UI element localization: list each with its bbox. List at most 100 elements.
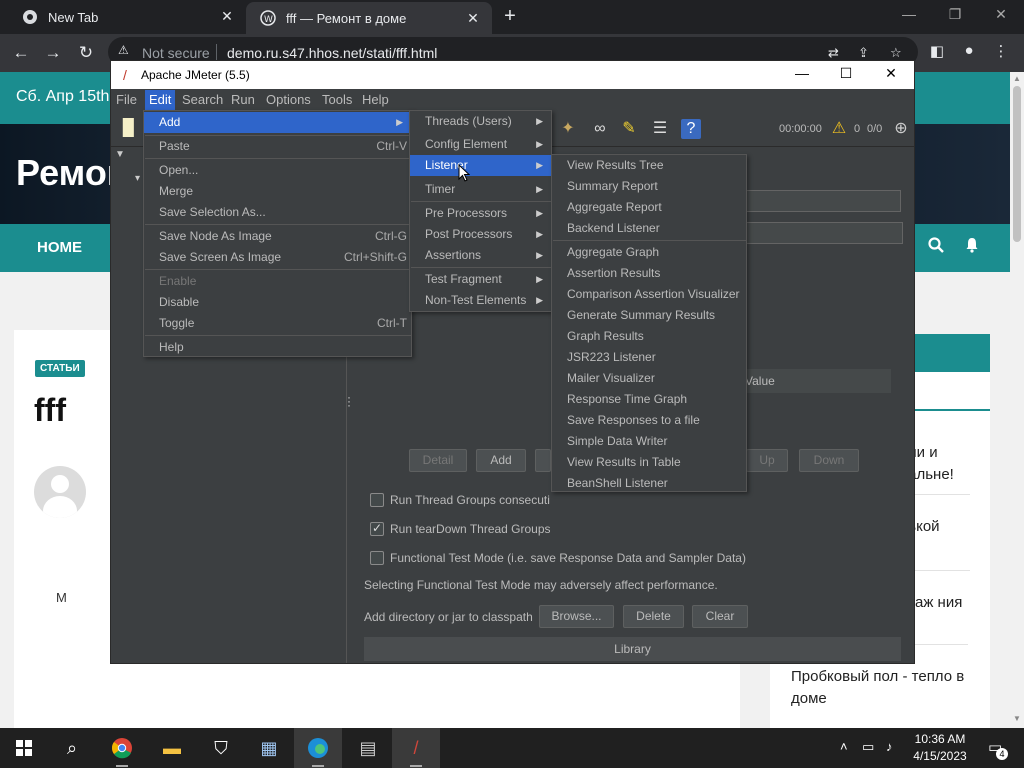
security-label[interactable]: Not secure — [142, 45, 210, 61]
sidebar-icon[interactable]: ◧ — [926, 42, 948, 60]
down-button[interactable]: Down — [799, 449, 859, 472]
name-field[interactable] — [746, 190, 901, 212]
profile-icon[interactable]: ● — [958, 42, 980, 59]
menu-item-jsr223-listener[interactable]: JSR223 Listener — [552, 347, 746, 368]
chrome-icon[interactable] — [98, 728, 146, 768]
close-tab-icon[interactable]: ✕ — [218, 7, 236, 25]
system-app-icon[interactable]: ▤ — [344, 728, 392, 768]
close-tab-icon[interactable]: ✕ — [464, 9, 482, 27]
menu-item-toggle[interactable]: Toggle Ctrl-T — [144, 313, 411, 334]
up-button[interactable]: Up — [746, 449, 788, 472]
maximize-button[interactable]: ☐ — [831, 65, 861, 85]
menu-item-test-fragment[interactable]: Test Fragment ▶ — [410, 269, 551, 290]
new-tab-button[interactable]: + — [500, 6, 520, 26]
menu-item-mailer-visualizer[interactable]: Mailer Visualizer — [552, 368, 746, 389]
menu-item-graph-results[interactable]: Graph Results — [552, 326, 746, 347]
chevron-up-icon[interactable]: ˄ — [840, 739, 848, 754]
back-arrow-icon[interactable]: ← — [10, 42, 32, 64]
tab-new-tab[interactable]: New Tab ✕ — [8, 0, 246, 34]
menu-item-save-responses[interactable]: Save Responses to a file — [552, 410, 746, 431]
category-badge[interactable]: СТАТЬИ — [35, 360, 85, 377]
jmeter-feather-icon[interactable]: / — [392, 728, 440, 768]
menu-item-backend-listener[interactable]: Backend Listener — [552, 218, 746, 239]
help-icon[interactable]: ? — [681, 119, 701, 139]
menu-tools[interactable]: Tools — [322, 92, 352, 107]
page-scrollbar[interactable]: ▲ ▼ — [1010, 72, 1024, 728]
menu-item-view-results-in-table[interactable]: View Results in Table — [552, 452, 746, 473]
menu-item-help[interactable]: Help — [144, 337, 411, 358]
restore-button[interactable]: ❐ — [932, 0, 978, 30]
clear-button[interactable]: Clear — [692, 605, 748, 628]
sidebar-post-link[interactable]: Пробковый пол - тепло в доме — [791, 666, 981, 710]
menu-item-generate-summary-results[interactable]: Generate Summary Results — [552, 305, 746, 326]
file-explorer-icon[interactable]: ▬ — [148, 728, 196, 768]
close-button[interactable]: ✕ — [978, 0, 1024, 30]
menu-item-config-element[interactable]: Config Element ▶ — [410, 134, 551, 155]
comments-field[interactable] — [746, 222, 903, 244]
bell-icon[interactable] — [964, 237, 980, 258]
app-window-icon[interactable]: ▦ — [245, 728, 293, 768]
search-binoculars-icon[interactable]: ∞ — [590, 119, 610, 139]
nav-home-link[interactable]: HOME — [37, 239, 82, 256]
warning-icon[interactable]: ⚠ — [829, 119, 849, 139]
scroll-down-icon[interactable]: ▼ — [1013, 714, 1021, 723]
menu-item-paste[interactable]: Paste Ctrl-V — [144, 136, 411, 157]
remote-status-icon[interactable]: ⊕ — [891, 119, 911, 139]
menu-item-aggregate-graph[interactable]: Aggregate Graph — [552, 242, 746, 263]
function-helper-icon[interactable]: ☰ — [650, 119, 670, 139]
chevron-down-icon[interactable]: ▾ — [135, 173, 140, 184]
scrollbar-thumb[interactable] — [1013, 86, 1021, 242]
menu-item-summary-report[interactable]: Summary Report — [552, 176, 746, 197]
delete-button[interactable]: Delete — [623, 605, 684, 628]
checkbox-run-teardown[interactable] — [370, 521, 384, 536]
new-test-plan-icon[interactable]: ▉ — [119, 119, 139, 139]
menu-item-save-selection[interactable]: Save Selection As... — [144, 202, 411, 223]
url-text[interactable]: demo.ru.s47.hhos.net/stati/fff.html — [227, 45, 437, 61]
menu-help[interactable]: Help — [362, 92, 389, 107]
search-icon[interactable]: ⌕ — [48, 728, 96, 768]
checkbox-functional-mode[interactable] — [370, 551, 384, 565]
menu-item-open[interactable]: Open... — [144, 160, 411, 181]
menu-item-listener[interactable]: Listener ▶ — [410, 155, 551, 176]
menu-item-merge[interactable]: Merge — [144, 181, 411, 202]
add-from-clipboard-button[interactable] — [535, 449, 551, 472]
scroll-up-icon[interactable]: ▲ — [1013, 74, 1021, 83]
tab-fff[interactable]: W fff — Ремонт в доме ✕ — [246, 2, 492, 34]
menu-item-beanshell-listener[interactable]: BeanShell Listener — [552, 473, 746, 494]
clock-time[interactable]: 10:36 AM — [905, 732, 975, 746]
detail-button[interactable]: Detail — [409, 449, 467, 472]
security-shield-icon[interactable]: ⛉ — [197, 728, 245, 768]
browse-button[interactable]: Browse... — [539, 605, 614, 628]
clock-date[interactable]: 4/15/2023 — [905, 749, 975, 763]
menu-options[interactable]: Options — [266, 92, 311, 107]
search-icon[interactable] — [928, 237, 944, 258]
menu-item-assertions[interactable]: Assertions ▶ — [410, 245, 551, 266]
jmeter-title-bar[interactable]: / Apache JMeter (5.5) — ☐ ✕ — [111, 61, 914, 89]
menu-item-aggregate-report[interactable]: Aggregate Report — [552, 197, 746, 218]
menu-item-non-test-elements[interactable]: Non-Test Elements ▶ — [410, 290, 551, 311]
clear-all-icon[interactable]: ✦ — [558, 119, 578, 139]
menu-item-disable[interactable]: Disable — [144, 292, 411, 313]
menu-item-save-screen-image[interactable]: Save Screen As Image Ctrl+Shift-G — [144, 247, 411, 268]
close-button[interactable]: ✕ — [876, 65, 906, 85]
forward-arrow-icon[interactable]: → — [42, 42, 64, 64]
chevron-down-icon[interactable]: ▼ — [115, 149, 125, 160]
kebab-menu-icon[interactable]: ⋮ — [990, 42, 1012, 60]
checkbox-run-consecutively[interactable] — [370, 493, 384, 507]
menu-item-comparison-assertion-visualizer[interactable]: Comparison Assertion Visualizer — [552, 284, 746, 305]
menu-item-assertion-results[interactable]: Assertion Results — [552, 263, 746, 284]
menu-item-response-time-graph[interactable]: Response Time Graph — [552, 389, 746, 410]
menu-item-timer[interactable]: Timer ▶ — [410, 179, 551, 200]
reload-icon[interactable]: ↻ — [75, 42, 97, 64]
minimize-button[interactable]: — — [886, 0, 932, 30]
warning-icon[interactable]: ⚠ — [118, 43, 129, 57]
edge-icon[interactable] — [294, 728, 342, 768]
reset-search-icon[interactable]: ✎ — [619, 119, 639, 139]
menu-item-simple-data-writer[interactable]: Simple Data Writer — [552, 431, 746, 452]
menu-item-threads[interactable]: Threads (Users) ▶ — [410, 111, 551, 132]
add-button[interactable]: Add — [476, 449, 526, 472]
menu-item-view-results-tree[interactable]: View Results Tree — [552, 155, 746, 176]
menu-run[interactable]: Run — [231, 92, 255, 107]
menu-item-post-processors[interactable]: Post Processors ▶ — [410, 224, 551, 245]
bookmark-star-icon[interactable]: ☆ — [890, 45, 902, 61]
